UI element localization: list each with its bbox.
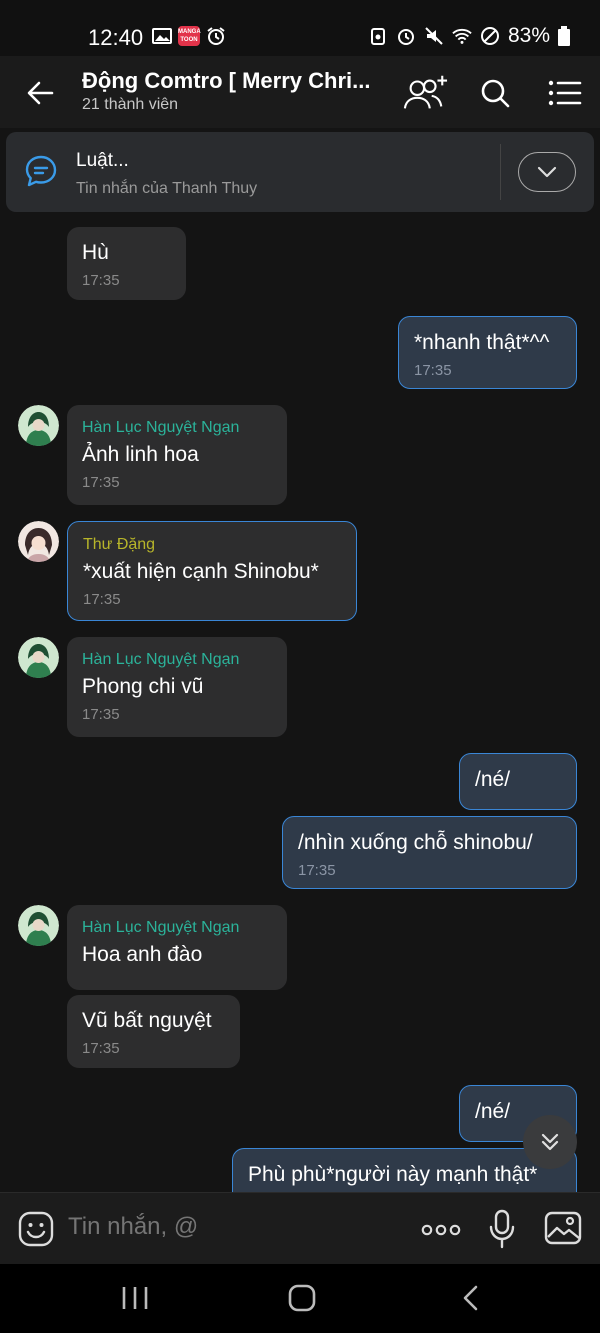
sticker-icon bbox=[18, 1211, 54, 1247]
chat-bubble-icon bbox=[25, 155, 57, 187]
message-text: Hoa anh đào bbox=[82, 943, 203, 966]
mute-icon bbox=[425, 27, 443, 45]
wifi-icon bbox=[452, 28, 472, 44]
message-time: 17:35 bbox=[82, 1040, 120, 1057]
recents-icon bbox=[122, 1287, 148, 1309]
sender-name[interactable]: Hàn Lục Nguyệt Ngạn bbox=[82, 651, 272, 669]
expand-pinned-button[interactable] bbox=[518, 152, 576, 192]
more-options-button[interactable] bbox=[420, 1215, 462, 1250]
double-chevron-down-icon bbox=[541, 1133, 559, 1151]
no-sign-icon bbox=[480, 27, 499, 45]
add-people-icon bbox=[403, 75, 448, 109]
image-icon bbox=[544, 1211, 582, 1245]
avatar-image-green bbox=[18, 637, 59, 678]
list-menu-icon bbox=[548, 80, 582, 106]
sender-name[interactable]: Hàn Lục Nguyệt Ngạn bbox=[82, 419, 272, 437]
system-nav-bar bbox=[0, 1264, 600, 1333]
message-text: /né/ bbox=[475, 768, 511, 791]
message-bubble[interactable]: Hàn Lục Nguyệt Ngạn Phong chi vũ 17:35 bbox=[67, 637, 287, 737]
status-time: 12:40 bbox=[88, 25, 144, 50]
message-text: Phong chi vũ bbox=[82, 675, 204, 698]
message-time: 17:35 bbox=[83, 591, 121, 608]
gallery-icon bbox=[152, 28, 172, 44]
message-bubble[interactable]: Thư Đặng *xuất hiện cạnh Shinobu* 17:35 bbox=[67, 521, 357, 621]
search-button[interactable] bbox=[472, 70, 518, 116]
more-dots-icon bbox=[421, 1224, 461, 1236]
avatar[interactable] bbox=[18, 905, 59, 946]
message-time: 17:35 bbox=[82, 272, 120, 289]
avatar[interactable] bbox=[18, 405, 59, 446]
mangatoon-icon: MANGA TOON bbox=[178, 26, 201, 46]
add-member-button[interactable] bbox=[402, 70, 448, 116]
battery-icon bbox=[558, 26, 570, 46]
message-text: Phù phù*người này mạnh thật* bbox=[248, 1163, 538, 1186]
message-time: 17:35 bbox=[414, 362, 452, 379]
message-time: 17:35 bbox=[82, 474, 120, 491]
nav-back-button[interactable] bbox=[460, 1284, 482, 1317]
avatar[interactable] bbox=[18, 637, 59, 678]
member-count[interactable]: 21 thành viên bbox=[82, 96, 178, 114]
battery-percent: 83% bbox=[507, 24, 550, 47]
scroll-to-bottom-button[interactable] bbox=[523, 1115, 577, 1169]
lock-battery-icon bbox=[370, 28, 385, 45]
sender-name[interactable]: Thư Đặng bbox=[83, 536, 341, 554]
message-composer bbox=[0, 1192, 600, 1264]
message-bubble[interactable]: Hù 17:35 bbox=[67, 227, 186, 300]
alarm-icon bbox=[207, 27, 225, 45]
message-text: Ảnh linh hoa bbox=[82, 443, 199, 466]
pinned-subtitle: Tin nhắn của Thanh Thuy bbox=[76, 180, 258, 197]
message-text: *nhanh thật*^^ bbox=[414, 331, 550, 354]
message-text: *xuất hiện cạnh Shinobu* bbox=[83, 560, 319, 583]
avatar-image-girl bbox=[18, 521, 59, 562]
alarm-icon bbox=[397, 29, 414, 45]
message-bubble[interactable]: Hàn Lục Nguyệt Ngạn Hoa anh đào bbox=[67, 905, 287, 990]
message-text: /nhìn xuống chỗ shinobu/ bbox=[298, 831, 533, 854]
sender-name[interactable]: Hàn Lục Nguyệt Ngạn bbox=[82, 919, 272, 937]
avatar-image-green bbox=[18, 405, 59, 446]
message-bubble[interactable]: Vũ bất nguyệt 17:35 bbox=[67, 995, 240, 1068]
message-time: 17:35 bbox=[298, 862, 336, 879]
chevron-left-icon bbox=[463, 1285, 478, 1311]
home-icon bbox=[288, 1284, 316, 1312]
message-bubble-outgoing[interactable]: *nhanh thật*^^ 17:35 bbox=[398, 316, 577, 389]
microphone-icon bbox=[489, 1209, 515, 1249]
message-input[interactable] bbox=[68, 1213, 388, 1241]
divider bbox=[500, 144, 501, 200]
pinned-message[interactable]: Luật... Tin nhắn của Thanh Thuy bbox=[6, 132, 594, 212]
message-bubble[interactable]: Hàn Lục Nguyệt Ngạn Ảnh linh hoa 17:35 bbox=[67, 405, 287, 505]
search-icon bbox=[481, 79, 510, 108]
group-title[interactable]: Động Comtro [ Merry Chri... bbox=[82, 68, 372, 94]
pinned-title: Luật... bbox=[76, 150, 129, 171]
chevron-down-icon bbox=[537, 166, 557, 178]
message-text: Vũ bất nguyệt bbox=[82, 1009, 212, 1032]
avatar-image-green bbox=[18, 905, 59, 946]
menu-button[interactable] bbox=[542, 70, 588, 116]
message-bubble-outgoing[interactable]: /nhìn xuống chỗ shinobu/ 17:35 bbox=[282, 816, 577, 889]
photo-button[interactable] bbox=[544, 1211, 582, 1250]
status-left-icons: MANGA TOON bbox=[152, 26, 226, 46]
arrow-left-icon bbox=[27, 81, 54, 105]
back-button[interactable] bbox=[22, 74, 60, 112]
message-time: 17:35 bbox=[82, 706, 120, 723]
message-text: Hù bbox=[82, 241, 109, 264]
message-bubble-outgoing[interactable]: /né/ bbox=[459, 753, 577, 810]
home-button[interactable] bbox=[287, 1284, 317, 1317]
recents-button[interactable] bbox=[120, 1284, 150, 1317]
voice-button[interactable] bbox=[488, 1209, 516, 1254]
emoji-button[interactable] bbox=[18, 1211, 54, 1252]
chat-header: Động Comtro [ Merry Chri... 21 thành viê… bbox=[0, 56, 600, 128]
status-right-icons: 83% bbox=[368, 24, 570, 48]
avatar[interactable] bbox=[18, 521, 59, 562]
